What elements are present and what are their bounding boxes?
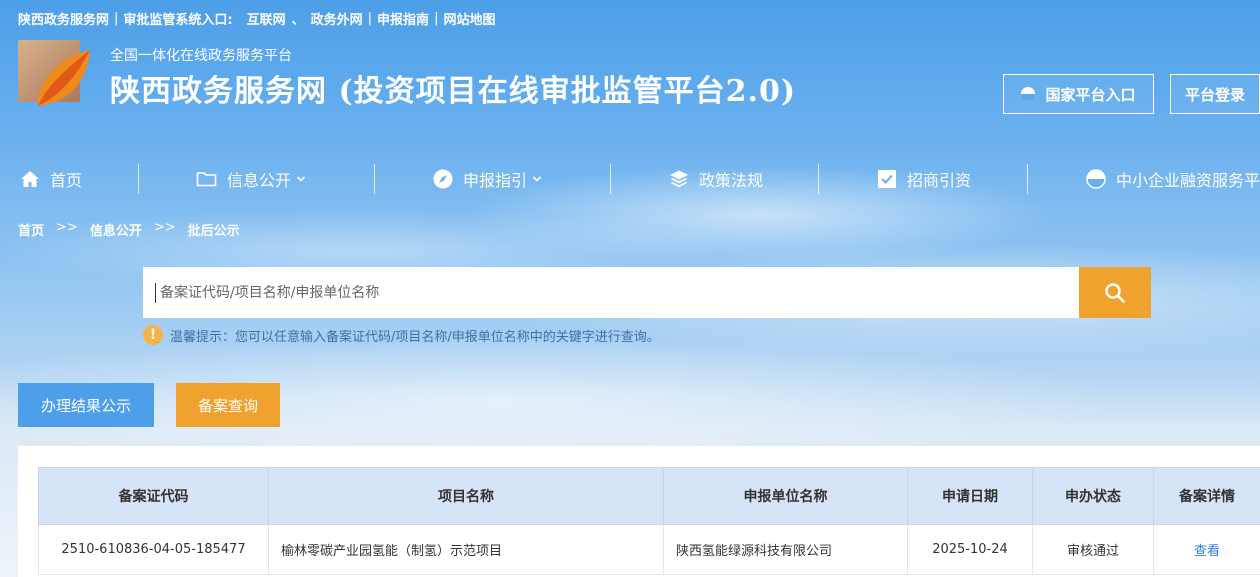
search-button[interactable]	[1079, 267, 1151, 318]
column-header: 项目名称	[268, 467, 664, 525]
nav-item-policy[interactable]: 政策法规	[669, 160, 763, 198]
internet-link[interactable]: 互联网	[247, 9, 286, 28]
nav-label: 申报指引	[463, 171, 528, 190]
column-header: 申报单位名称	[663, 467, 908, 525]
nav-label: 信息公开	[227, 171, 292, 190]
entry-label: 审批监管系统入口:	[123, 12, 233, 28]
column-header: 备案详情	[1153, 467, 1260, 525]
nav-divider	[374, 164, 375, 194]
home-icon	[21, 171, 39, 187]
tab-label: 办理结果公示	[40, 396, 131, 415]
nav-item-investment[interactable]: 招商引资	[877, 160, 971, 198]
nav-item-home[interactable]: 首页	[20, 160, 82, 198]
search-input[interactable]	[160, 267, 1060, 318]
site-home-link[interactable]: 陕西政务服务网	[18, 9, 109, 28]
national-platform-label: 国家平台入口	[1045, 85, 1136, 104]
breadcrumb: 首页 >> 信息公开 >> 批后公示	[18, 220, 240, 239]
warning-icon: !	[143, 325, 163, 345]
results-table: 备案证代码 项目名称 申报单位名称 申请日期 申办状态 备案详情 2510-61…	[38, 467, 1260, 575]
breadcrumb-home[interactable]: 首页	[18, 220, 44, 239]
site-logo	[18, 40, 90, 106]
chevron-down-icon	[532, 176, 542, 182]
search-icon	[1105, 282, 1125, 303]
text-caret	[155, 283, 156, 303]
breadcrumb-info[interactable]: 信息公开	[90, 220, 142, 239]
national-platform-button[interactable]: 国家平台入口	[1003, 74, 1154, 114]
nav-divider	[138, 164, 139, 194]
top-links-bar: 陕西政务服务网 | 审批监管系统入口: 互联网 、 政务外网 | 申报指南 | …	[18, 8, 495, 28]
folder-icon	[196, 172, 217, 187]
separator: |	[114, 10, 119, 26]
separator: |	[434, 10, 439, 26]
table-header-row: 备案证代码 项目名称 申报单位名称 申请日期 申办状态 备案详情	[38, 467, 1260, 525]
cell-date: 2025-10-24	[907, 524, 1033, 575]
layers-icon	[670, 170, 688, 188]
brand-title: 陕西政务服务网 (投资项目在线审批监管平台2.0)	[110, 74, 797, 109]
nav-label: 招商引资	[907, 171, 972, 190]
gov-net-link[interactable]: 政务外网	[311, 9, 363, 28]
results-panel: 备案证代码 项目名称 申报单位名称 申请日期 申办状态 备案详情 2510-61…	[18, 446, 1260, 577]
sitemap-link[interactable]: 网站地图	[443, 9, 495, 28]
nav-item-sme-finance[interactable]: 中小企业融资服务平	[1086, 160, 1260, 198]
compass-icon	[433, 169, 453, 189]
main-nav: 首页 信息公开 申报指引 政策法规 招商引资 中小企业融资服务平	[0, 160, 1260, 198]
tip-text: 温馨提示：您可以任意输入备案证代码/项目名称/申报单位名称中的关键字进行查询。	[170, 329, 660, 345]
brand-subtitle: 全国一体化在线政务服务平台	[110, 48, 292, 64]
half-circle-icon	[1086, 169, 1106, 189]
nav-item-info[interactable]: 信息公开	[196, 160, 316, 198]
search-tip: ! 温馨提示：您可以任意输入备案证代码/项目名称/申报单位名称中的关键字进行查询…	[143, 325, 660, 345]
cell-status: 审核通过	[1032, 524, 1154, 575]
breadcrumb-separator: >>	[56, 220, 78, 235]
nav-label: 中小企业融资服务平	[1116, 171, 1260, 190]
chevron-down-icon	[296, 176, 306, 182]
half-circle-icon	[1021, 87, 1036, 101]
tab-result-public[interactable]: 办理结果公示	[18, 383, 154, 427]
breadcrumb-current: 批后公示	[187, 224, 240, 239]
column-header: 备案证代码	[38, 467, 269, 525]
nav-divider	[818, 164, 819, 194]
cell-unit: 陕西氢能绿源科技有限公司	[663, 524, 908, 575]
comma: 、	[291, 12, 305, 28]
guide-link[interactable]: 申报指南	[377, 9, 429, 28]
cell-project: 榆林零碳产业园氢能（制氢）示范项目	[268, 524, 664, 575]
column-header: 申请日期	[907, 467, 1033, 525]
cell-code: 2510-610836-04-05-185477	[38, 524, 269, 575]
tab-label: 备案查询	[197, 396, 258, 415]
nav-divider	[610, 164, 611, 194]
nav-label: 政策法规	[699, 171, 764, 190]
table-row: 2510-610836-04-05-185477 榆林零碳产业园氢能（制氢）示范…	[38, 524, 1260, 575]
platform-login-button[interactable]: 平台登录	[1170, 74, 1260, 114]
view-detail-link[interactable]: 查看	[1153, 524, 1260, 575]
breadcrumb-separator: >>	[153, 220, 176, 235]
tab-record-query[interactable]: 备案查询	[176, 383, 280, 427]
platform-login-label: 平台登录	[1184, 85, 1245, 104]
nav-label: 首页	[50, 171, 83, 190]
nav-item-guide[interactable]: 申报指引	[433, 160, 552, 198]
nav-divider	[1027, 164, 1028, 194]
column-header: 申办状态	[1032, 467, 1154, 525]
checkbox-icon	[878, 170, 896, 188]
search-box	[143, 267, 1079, 318]
separator: |	[367, 10, 373, 26]
